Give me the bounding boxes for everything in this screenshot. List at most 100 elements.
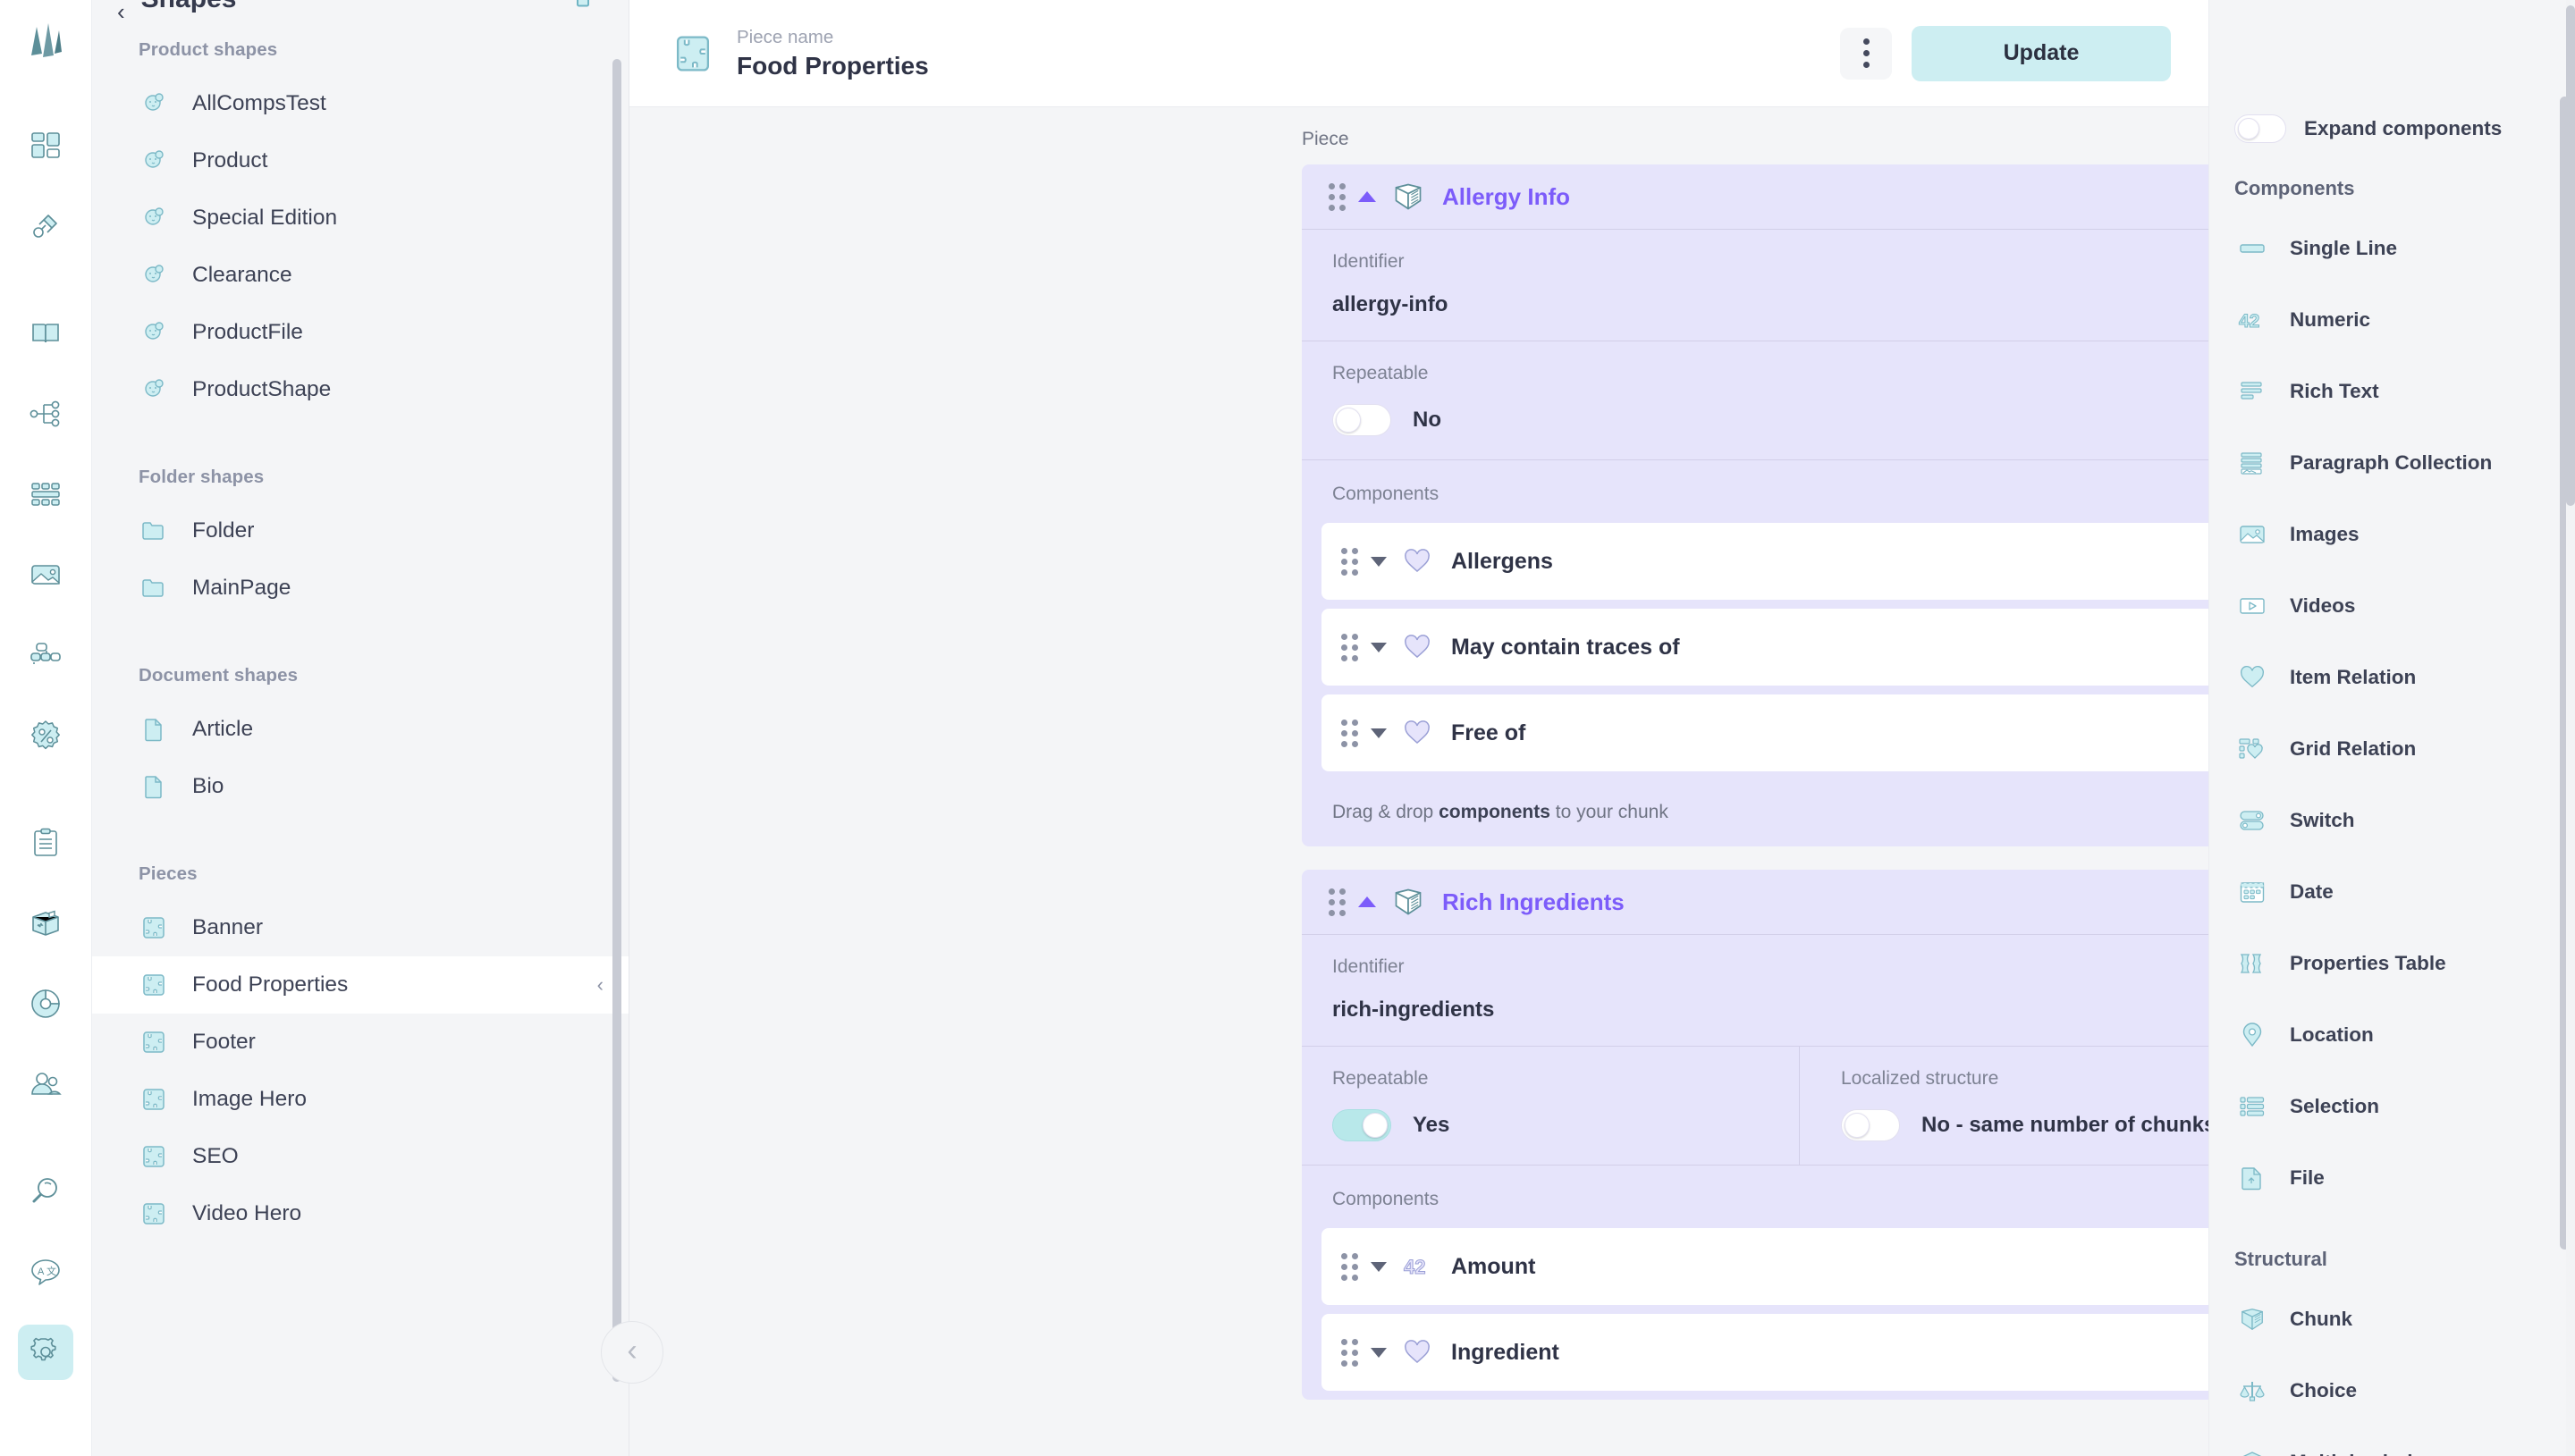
shape-label: Image Hero [192,1087,308,1111]
rail-item-structure[interactable] [18,386,73,442]
palette-item-date[interactable]: Date [2209,856,2575,928]
rail-item-search[interactable] [18,1164,73,1219]
palette-item-grid-relation[interactable]: Grid Relation [2209,713,2575,785]
shape-row[interactable]: Special Edition [92,189,629,247]
page-scrollbar[interactable] [2566,0,2575,1456]
collapse-caret-icon[interactable] [1358,191,1376,202]
shape-row[interactable]: Banner [92,899,629,956]
rail-item-integrations[interactable] [18,198,73,254]
drag-handle-icon[interactable] [1329,182,1346,211]
palette-item-choice[interactable]: Choice [2209,1355,2575,1427]
filter-icon[interactable] [570,0,596,13]
palette-item-videos[interactable]: Videos [2209,570,2575,642]
rail-item-translations[interactable]: A 文 [18,1244,73,1300]
expand-caret-icon[interactable] [1371,1261,1387,1272]
shape-row[interactable]: ProductFile [92,304,629,361]
shape-row[interactable]: MainPage [92,560,629,617]
drag-handle-icon[interactable] [1341,719,1358,747]
identifier-value[interactable]: allergy-info [1332,292,2208,317]
shape-row[interactable]: Footer [92,1014,629,1071]
shape-row-selected[interactable]: Food Properties ‹ [92,956,629,1014]
palette-item-multiple-choice[interactable]: Multiple choice [2209,1427,2575,1456]
palette-item-numeric[interactable]: 42 Numeric [2209,284,2575,356]
collapse-caret-icon[interactable] [1358,896,1376,907]
rail-item-products[interactable] [18,896,73,951]
rail-item-workflow[interactable] [18,627,73,683]
chevron-left-icon[interactable]: ‹ [597,973,604,997]
drag-handle-icon[interactable] [1341,1338,1358,1367]
plug-connector-icon [30,210,62,242]
shape-row[interactable]: Image Hero [92,1071,629,1128]
document-icon [139,773,169,800]
component-row[interactable]: Free of [1321,694,2208,771]
item-relation-heart-icon [1403,547,1433,576]
palette-item-label: Grid Relation [2290,737,2417,760]
palette-item-paragraph-collection[interactable]: Paragraph Collection [2209,427,2575,499]
repeatable-toggle[interactable] [1332,404,1391,436]
rail-item-orders[interactable] [18,815,73,871]
shape-row[interactable]: Bio [92,758,629,815]
app-logo[interactable] [22,20,69,66]
expand-caret-icon[interactable] [1371,728,1387,738]
expand-caret-icon[interactable] [1371,556,1387,567]
chunk-header[interactable]: Rich Ingredients Unified structure [1302,870,2208,934]
expand-components-toggle[interactable] [2234,114,2286,143]
component-row[interactable]: 42 Amount [1321,1228,2208,1305]
palette-item-item-relation[interactable]: Item Relation [2209,642,2575,713]
shape-row[interactable]: SEO [92,1128,629,1185]
palette-item-file[interactable]: File [2209,1142,2575,1214]
shape-row[interactable]: AllCompsTest [92,75,629,132]
collapse-sidebar-button[interactable]: ‹ [601,1321,663,1384]
drag-handle-icon[interactable] [1329,888,1346,916]
palette-item-chunk[interactable]: Chunk [2209,1283,2575,1355]
rail-item-customers[interactable] [18,1056,73,1112]
expand-caret-icon[interactable] [1371,1347,1387,1358]
rail-item-media[interactable] [18,547,73,602]
shape-label: MainPage [192,576,291,600]
svg-text:42: 42 [2239,311,2259,332]
update-button[interactable]: Update [1912,25,2171,81]
chunk-header[interactable]: Allergy Info Unified structure [1302,164,2208,229]
shape-row[interactable]: Product [92,132,629,189]
palette-item-properties-table[interactable]: Properties Table [2209,928,2575,999]
palette-item-location[interactable]: Location [2209,999,2575,1071]
shape-row[interactable]: Folder [92,502,629,560]
more-options-button[interactable] [1840,27,1892,80]
shapes-panel-scrollbar[interactable] [612,59,621,1382]
expand-caret-icon[interactable] [1371,642,1387,652]
identifier-value[interactable]: rich-ingredients [1332,997,2208,1023]
rail-item-settings[interactable] [18,1325,73,1380]
drag-handle-icon[interactable] [1341,633,1358,661]
shape-row[interactable]: ProductShape [92,361,629,418]
shape-row[interactable]: Article [92,701,629,758]
drag-handle-icon[interactable] [1341,547,1358,576]
sitemap-icon [30,398,62,430]
rail-item-promotions[interactable] [18,708,73,763]
components-label: Components [1332,484,1439,504]
component-row[interactable]: Ingredient [1321,1314,2208,1391]
shape-row[interactable]: Video Hero [92,1185,629,1242]
svg-text:A: A [38,1267,45,1277]
component-row[interactable]: Allergens [1321,523,2208,600]
identifier-label: Identifier [1332,956,1405,977]
palette-item-switch[interactable]: Switch [2209,785,2575,856]
palette-item-label: Location [2290,1023,2374,1046]
component-row[interactable]: May contain traces of [1321,609,2208,686]
palette-item-images[interactable]: Images [2209,499,2575,570]
drag-handle-icon[interactable] [1341,1252,1358,1281]
properties-table-icon [2234,950,2270,977]
rail-item-dashboard[interactable] [18,118,73,173]
back-chevron-icon[interactable]: ‹ [117,0,125,23]
grid-relation-icon [2234,736,2270,762]
palette-item-rich-text[interactable]: Rich Text [2209,356,2575,427]
palette-item-single-line[interactable]: Single Line [2209,213,2575,284]
rail-item-analytics[interactable] [18,976,73,1031]
rail-item-content[interactable] [18,306,73,361]
rail-item-layouts[interactable] [18,467,73,522]
shape-row[interactable]: Clearance [92,247,629,304]
palette-item-selection[interactable]: Selection [2209,1071,2575,1142]
palette-item-label: Rich Text [2290,380,2379,402]
localized-structure-toggle[interactable] [1841,1109,1900,1141]
repeatable-toggle[interactable] [1332,1109,1391,1141]
group-label-pieces: Pieces [139,863,198,884]
